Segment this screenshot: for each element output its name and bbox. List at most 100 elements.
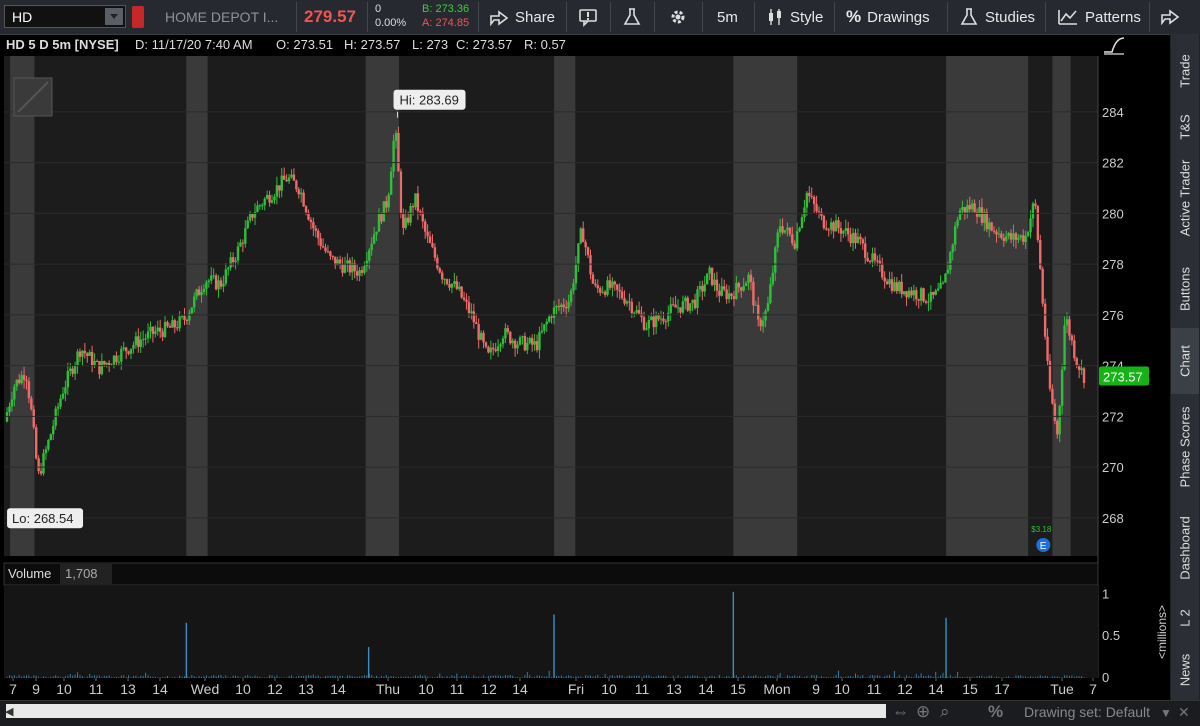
sidebar-tab-label: Chart	[1177, 345, 1193, 377]
gear-icon	[671, 10, 685, 24]
sidebar-tab-label: Trade	[1177, 54, 1193, 88]
y-tick-label: 282	[1102, 156, 1124, 171]
x-tick-label: 14	[928, 681, 944, 697]
candle	[214, 273, 218, 291]
y-tick-label: 284	[1102, 105, 1124, 120]
x-tick-label: 12	[897, 681, 913, 697]
sidebar-tab-buttons[interactable]: Buttons	[1171, 250, 1199, 329]
drawings-button[interactable]: % Drawings	[846, 0, 930, 34]
settings-button[interactable]	[668, 0, 688, 34]
company-name: HOME DEPOT I...	[165, 9, 279, 25]
extended-hours-band	[946, 56, 1029, 556]
sidebar-tab-news[interactable]: News	[1171, 640, 1199, 701]
x-tick-label: 11	[635, 681, 650, 697]
volume-unit: <millions>	[1155, 605, 1169, 659]
sidebar-tab-label: Buttons	[1177, 266, 1193, 312]
chart-scrollbar[interactable]: ◀	[5, 704, 886, 718]
studies-lab-button[interactable]	[622, 0, 642, 34]
candle	[392, 134, 395, 178]
share-layout-button[interactable]	[1160, 0, 1184, 34]
candle	[35, 424, 38, 460]
x-tick-label: 10	[601, 681, 617, 697]
style-label: Style	[790, 8, 824, 26]
y-tick-label: 280	[1102, 206, 1124, 221]
percent-icon[interactable]: %	[988, 702, 1003, 722]
candle	[710, 267, 714, 287]
x-tick-label: 15	[962, 681, 978, 697]
patterns-label: Patterns	[1085, 8, 1141, 26]
net-change-percent: 0.00%	[375, 17, 407, 29]
candle	[1041, 266, 1044, 307]
candle	[705, 273, 709, 285]
percent-icon: %	[846, 7, 862, 26]
alert-button[interactable]	[578, 0, 600, 34]
x-tick-label: Tue	[1050, 681, 1074, 697]
sidebar-tab-t-s[interactable]: T&S	[1171, 108, 1199, 147]
message-alert-icon	[579, 9, 597, 27]
symbol-dropdown-button[interactable]	[105, 8, 123, 25]
style-button[interactable]: Style	[766, 0, 823, 34]
pattern-icon	[1058, 10, 1077, 25]
earnings-note: $3.18	[1031, 525, 1052, 534]
sidebar-tab-active-trader[interactable]: Active Trader	[1171, 146, 1199, 251]
candle	[49, 433, 52, 441]
candle	[409, 203, 412, 227]
y-tick-label: 278	[1102, 257, 1124, 272]
sidebar-tab-l-2[interactable]: L 2	[1171, 596, 1199, 641]
ask-price: A: 274.85	[422, 17, 470, 29]
candlestick-icon	[769, 9, 781, 25]
aggregation-button[interactable]: 5m	[717, 0, 738, 34]
sidebar-tab-trade[interactable]: Trade	[1171, 34, 1199, 109]
x-tick-label: 17	[994, 681, 1010, 697]
x-tick-label: 10	[56, 681, 72, 697]
y-tick-label: 276	[1102, 308, 1124, 323]
patterns-button[interactable]: Patterns	[1057, 0, 1141, 34]
extended-hours-band	[186, 56, 208, 556]
extended-hours-band	[1052, 56, 1071, 556]
aggregation-label: 5m	[717, 8, 738, 26]
x-tick-label: 13	[298, 681, 314, 697]
sidebar-tab-chart[interactable]: Chart	[1171, 328, 1199, 395]
sidebar-tab-label: News	[1177, 653, 1193, 687]
share-label: Share	[515, 8, 556, 26]
last-price-label: 273.57	[1103, 370, 1143, 385]
chevron-down-icon[interactable]: ▼	[1160, 706, 1172, 720]
link-color-tag-icon[interactable]	[132, 6, 144, 28]
price-chart[interactable]: 284282280278276274272270268 Volume 1,708…	[0, 34, 1170, 700]
studies-label: Studies	[985, 8, 1036, 26]
candle	[922, 287, 925, 303]
share-button[interactable]: Share	[489, 0, 555, 34]
scroll-left-icon[interactable]: ◀	[5, 705, 13, 718]
x-tick-label: 10	[418, 681, 434, 697]
sidebar-tab-phase-scores[interactable]: Phase Scores	[1171, 394, 1199, 501]
share-icon	[490, 10, 509, 26]
x-tick-label: 9	[32, 681, 40, 697]
candle	[944, 273, 947, 283]
x-tick-label: 10	[235, 681, 251, 697]
extended-hours-band	[10, 56, 35, 556]
low-label: Lo: 268.54	[12, 511, 73, 526]
x-tick-label: 7	[9, 681, 17, 697]
x-tick-label: 11	[867, 681, 882, 697]
sidebar-tab-dashboard[interactable]: Dashboard	[1171, 500, 1199, 597]
zoom-fit-icon[interactable]: ⇔	[892, 702, 909, 722]
candle	[1036, 205, 1040, 243]
studies-button[interactable]: Studies	[959, 0, 1035, 34]
sidebar-tab-label: Active Trader	[1177, 159, 1193, 237]
more-icon[interactable]: ✕	[1178, 704, 1190, 721]
last-price: 279.57	[304, 7, 356, 26]
share-icon	[1161, 9, 1180, 26]
x-tick-label: Mon	[763, 681, 790, 697]
x-tick-label: 10	[834, 681, 850, 697]
candle	[509, 330, 512, 345]
candle	[460, 286, 463, 299]
extended-hours-band	[733, 56, 798, 556]
symbol-input[interactable]: HD	[4, 5, 126, 28]
x-tick-label: 14	[698, 681, 714, 697]
flask-icon	[960, 8, 978, 25]
x-tick-label: 14	[512, 681, 528, 697]
x-tick-label: 13	[120, 681, 136, 697]
toolbar: HD HOME DEPOT I... 279.57 0 0.00% B: 273…	[0, 0, 1200, 35]
magnifier-icon[interactable]: ⌕	[940, 702, 950, 722]
crosshair-icon[interactable]: ⊕	[916, 702, 930, 722]
